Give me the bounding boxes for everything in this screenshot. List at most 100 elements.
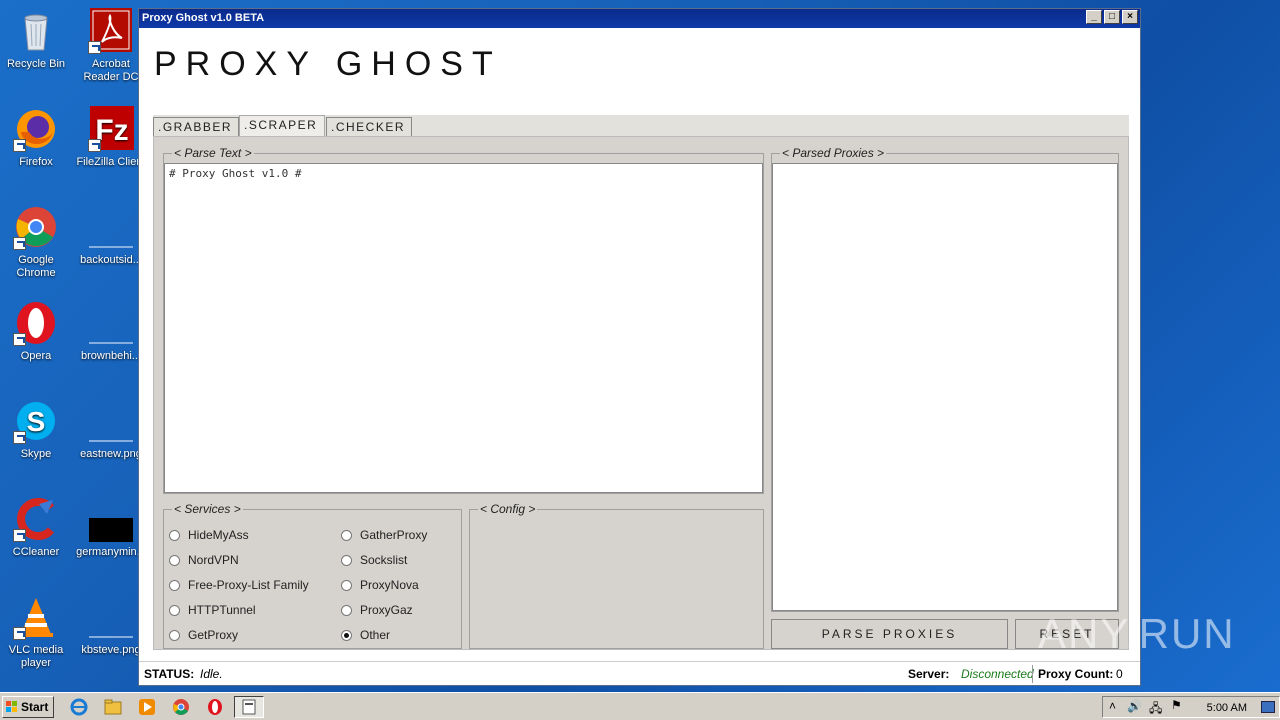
desktop-icon-opera[interactable]: Opera [0, 300, 74, 363]
service-option[interactable]: GatherProxy [341, 528, 427, 542]
service-option[interactable]: NordVPN [169, 553, 239, 567]
services-group: < Services > HideMyAss NordVPN Free-Prox… [163, 502, 462, 649]
file-icon [89, 300, 133, 344]
file-icon [89, 398, 133, 442]
file-icon [89, 594, 133, 638]
service-option[interactable]: ProxyNova [341, 578, 419, 592]
opera-icon [13, 300, 59, 346]
service-option[interactable]: ProxyGaz [341, 603, 413, 617]
radio-button[interactable] [341, 604, 352, 616]
service-label: HTTPTunnel [188, 603, 256, 617]
radio-button[interactable] [341, 529, 352, 541]
desktop-icon-label: Google Chrome [16, 254, 56, 279]
filezilla-icon: Fz [88, 106, 134, 152]
parsed-proxies-legend: < Parsed Proxies > [780, 146, 887, 160]
radio-button[interactable] [341, 579, 352, 591]
volume-icon[interactable]: 🔊 [1127, 699, 1142, 713]
internet-explorer-icon[interactable] [70, 698, 88, 716]
desktop-icon-firefox[interactable]: Firefox [0, 106, 74, 169]
minimize-button[interactable]: _ [1086, 10, 1102, 24]
proxy-ghost-taskbar-icon[interactable] [234, 696, 264, 718]
service-label: GatherProxy [360, 528, 428, 542]
server-status: Disconnected [961, 667, 1034, 681]
service-option[interactable]: Sockslist [341, 553, 407, 567]
desktop-icon-label: Opera [20, 350, 52, 362]
desktop-icon-chrome[interactable]: Google Chrome [0, 204, 74, 280]
chevron-up-icon[interactable]: ˄ [1109, 699, 1116, 713]
shortcut-arrow-icon [88, 41, 101, 54]
radio-button[interactable] [341, 554, 352, 566]
radio-button[interactable] [169, 604, 180, 616]
app-heading: PROXY GHOST [154, 45, 502, 83]
service-option[interactable]: HideMyAss [169, 528, 249, 542]
close-button[interactable]: × [1122, 10, 1138, 24]
service-option[interactable]: Free-Proxy-List Family [169, 578, 309, 592]
tab-scraper[interactable]: .SCRAPER [239, 115, 325, 136]
window-titlebar[interactable]: Proxy Ghost v1.0 BETA _ □ × [139, 9, 1140, 28]
shortcut-arrow-icon [13, 627, 26, 640]
maximize-button[interactable]: □ [1104, 10, 1120, 24]
status-separator [1032, 665, 1033, 683]
radio-button-selected[interactable] [341, 629, 352, 641]
services-legend: < Services > [172, 502, 243, 516]
service-label: Other [360, 628, 391, 642]
shortcut-arrow-icon [13, 529, 26, 542]
tab-label: .GRABBER [158, 120, 233, 134]
parse-text-area[interactable]: # Proxy Ghost v1.0 # [164, 163, 763, 493]
service-label: GetProxy [188, 628, 239, 642]
firefox-icon [13, 106, 59, 152]
media-player-icon[interactable] [138, 698, 156, 716]
radio-button[interactable] [169, 629, 180, 641]
desktop-icon-vlc[interactable]: VLC media player [0, 594, 74, 670]
service-label: ProxyGaz [360, 603, 413, 617]
window-title: Proxy Ghost v1.0 BETA [142, 12, 265, 24]
shortcut-arrow-icon [13, 139, 26, 152]
desktop-icon-skype[interactable]: S Skype [0, 398, 74, 461]
flag-icon[interactable]: ⚑ [1171, 698, 1182, 712]
service-label: Sockslist [360, 553, 408, 567]
show-desktop-icon[interactable] [1261, 701, 1275, 713]
parsed-proxies-area[interactable] [772, 163, 1118, 611]
radio-button[interactable] [169, 554, 180, 566]
status-label: STATUS: [144, 667, 195, 681]
svg-text:S: S [27, 406, 46, 437]
service-option[interactable]: Other [341, 628, 390, 642]
config-legend: < Config > [478, 502, 538, 516]
tab-grabber[interactable]: .GRABBER [153, 117, 239, 136]
chrome-taskbar-icon[interactable] [172, 698, 190, 716]
shortcut-arrow-icon [13, 237, 26, 250]
tab-checker[interactable]: .CHECKER [326, 117, 412, 136]
service-label: ProxyNova [360, 578, 419, 592]
shortcut-arrow-icon [13, 431, 26, 444]
network-icon[interactable]: 🖧 [1149, 699, 1162, 720]
desktop-icon-label: VLC media player [8, 644, 64, 669]
system-tray: ˄ 🔊 🖧 ⚑ 5:00 AM [1102, 696, 1280, 718]
tab-label: .CHECKER [331, 120, 406, 134]
parse-text-legend: < Parse Text > [172, 146, 254, 160]
shortcut-arrow-icon [13, 333, 26, 346]
status-value: Idle. [200, 667, 223, 681]
radio-button[interactable] [169, 529, 180, 541]
ccleaner-icon [13, 496, 59, 542]
service-option[interactable]: GetProxy [169, 628, 238, 642]
parse-text-group: < Parse Text > # Proxy Ghost v1.0 # [163, 146, 764, 494]
service-option[interactable]: HTTPTunnel [169, 603, 256, 617]
service-label: NordVPN [188, 553, 239, 567]
file-icon [88, 496, 134, 542]
service-label: Free-Proxy-List Family [188, 578, 309, 592]
tab-strip: .GRABBER .SCRAPER .CHECKER [153, 115, 1129, 136]
opera-taskbar-icon[interactable] [206, 698, 224, 716]
desktop-icon-recycle-bin[interactable]: Recycle Bin [0, 8, 74, 71]
proxy-ghost-window: Proxy Ghost v1.0 BETA _ □ × PROXY GHOST … [138, 8, 1141, 686]
desktop-icon-ccleaner[interactable]: CCleaner [0, 496, 74, 559]
desktop-icon-label: CCleaner [12, 546, 60, 558]
tab-label: .SCRAPER [244, 118, 318, 132]
radio-button[interactable] [169, 579, 180, 591]
start-button[interactable]: Start [2, 696, 54, 718]
clock[interactable]: 5:00 AM [1207, 702, 1247, 714]
desktop-icon-label: Skype [20, 448, 52, 460]
server-label: Server: [908, 667, 950, 681]
parse-proxies-button[interactable]: PARSE PROXIES [771, 619, 1008, 649]
shortcut-arrow-icon [88, 139, 101, 152]
file-explorer-icon[interactable] [104, 698, 122, 716]
